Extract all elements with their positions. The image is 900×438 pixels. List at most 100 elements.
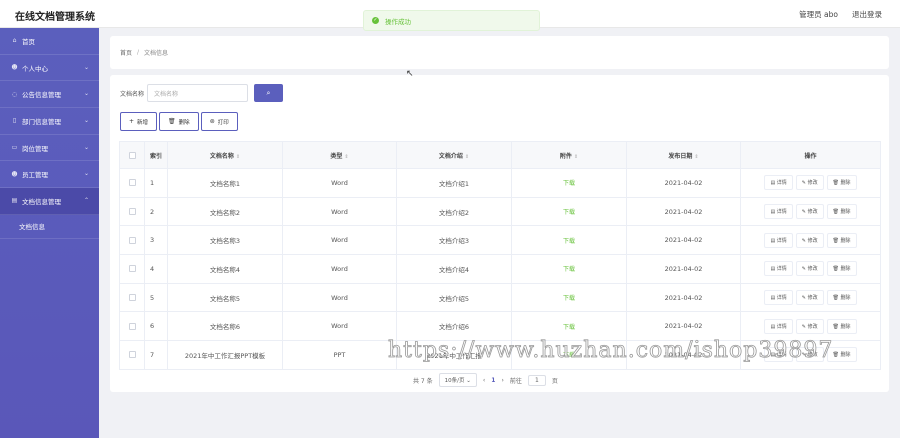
detail-button[interactable]: ▤ 详情 xyxy=(764,175,793,191)
detail-button[interactable]: ▤ 详情 xyxy=(764,318,793,334)
table-row: 6 文档名称6 Word 文档介绍6 下载 2021-04-02 ▤ 详情 ✎ 修改 🗑 删除 xyxy=(119,311,881,342)
sidebar-item-notice[interactable]: ◌ 公告信息管理 ⌄ xyxy=(0,81,99,109)
sidebar-item-document[interactable]: ▤ 文档信息管理 ⌃ xyxy=(0,188,99,215)
sidebar: ⌂ 首页 ☻ 个人中心 ⌄ ◌ 公告信息管理 ⌄ ▯ 部门信息管理 ⌄ ▭ 岗位… xyxy=(0,28,99,438)
download-link[interactable]: 下载 xyxy=(563,209,575,216)
detail-icon: ▤ xyxy=(770,295,776,302)
download-link[interactable]: 下载 xyxy=(563,324,575,331)
detail-button[interactable]: ▤ 详情 xyxy=(764,261,793,277)
edit-button[interactable]: ✎ 修改 xyxy=(795,175,824,191)
row-doc-intro: 文档介绍5 xyxy=(396,282,512,313)
download-link[interactable]: 下载 xyxy=(563,238,575,245)
column-header-name[interactable]: 文档名称 ⇕ xyxy=(167,141,283,169)
chevron-down-icon: ⌄ xyxy=(466,378,471,384)
delete-row-button[interactable]: 🗑 删除 xyxy=(826,232,857,248)
row-publish-date: 2021-04-02 xyxy=(626,196,741,227)
delete-button[interactable]: 🗑 删除 xyxy=(159,112,199,131)
success-toast: ✓ 操作成功 xyxy=(363,10,540,31)
edit-button[interactable]: ✎ 修改 xyxy=(795,261,824,277)
sort-icon: ⇕ xyxy=(235,153,241,160)
search-button[interactable]: ⌕ xyxy=(254,84,284,102)
trash-icon: 🗑 xyxy=(832,295,839,302)
column-header-date[interactable]: 发布日期 ⇕ xyxy=(626,141,741,169)
detail-button[interactable]: ▤ 详情 xyxy=(764,290,793,306)
table-row: 4 文档名称4 Word 文档介绍4 下载 2021-04-02 ▤ 详情 ✎ 修改 🗑 删除 xyxy=(119,254,881,284)
row-checkbox[interactable] xyxy=(128,236,136,244)
logout-link[interactable]: 退出登录 xyxy=(852,9,882,20)
print-button[interactable]: ⊚ 打印 xyxy=(200,112,238,131)
row-select-cell xyxy=(119,168,145,198)
row-doc-name: 文档名称2 xyxy=(167,196,283,227)
column-header-attachment[interactable]: 附件 ⇕ xyxy=(511,141,627,169)
sidebar-item-department[interactable]: ▯ 部门信息管理 ⌄ xyxy=(0,108,99,135)
row-ops-cell: ▤ 详情 ✎ 修改 🗑 删除 xyxy=(740,311,881,342)
row-attachment-cell: 下载 xyxy=(511,311,627,342)
add-button[interactable]: + 新增 xyxy=(120,112,158,131)
detail-button[interactable]: ▤ 详情 xyxy=(764,204,793,220)
page-size-select[interactable]: 10条/页 ⌄ xyxy=(438,373,477,387)
table-row: 1 文档名称1 Word 文档介绍1 下载 2021-04-02 ▤ 详情 ✎ 修改 🗑 删除 xyxy=(119,168,881,198)
download-link[interactable]: 下载 xyxy=(563,295,575,302)
edit-button[interactable]: ✎ 修改 xyxy=(795,204,824,220)
sidebar-item-post[interactable]: ▭ 岗位管理 ⌄ xyxy=(0,135,99,162)
edit-button[interactable]: ✎ 修改 xyxy=(795,290,824,306)
column-header-label: 文档名称 xyxy=(209,152,234,160)
prev-page-button[interactable]: ‹ xyxy=(483,377,485,384)
sidebar-item-profile[interactable]: ☻ 个人中心 ⌄ xyxy=(0,55,99,82)
delete-row-button[interactable]: 🗑 删除 xyxy=(826,175,857,191)
edit-button-label: 修改 xyxy=(807,266,818,273)
row-checkbox[interactable] xyxy=(128,265,136,273)
goto-page-input[interactable]: 1 xyxy=(527,374,546,386)
sidebar-item-home[interactable]: ⌂ 首页 xyxy=(0,28,99,55)
delete-row-button[interactable]: 🗑 删除 xyxy=(826,290,857,306)
row-checkbox[interactable] xyxy=(128,322,136,330)
trash-icon: 🗑 xyxy=(832,323,839,330)
select-all-checkbox[interactable] xyxy=(128,151,136,159)
page-number-current[interactable]: 1 xyxy=(491,377,495,384)
search-label: 文档名称 xyxy=(120,90,145,98)
delete-row-button[interactable]: 🗑 删除 xyxy=(826,204,857,220)
download-link[interactable]: 下载 xyxy=(563,266,575,273)
row-checkbox[interactable] xyxy=(128,179,136,187)
detail-button[interactable]: ▤ 详情 xyxy=(764,232,793,248)
sidebar-item-staff[interactable]: ☻ 员工管理 ⌄ xyxy=(0,161,99,189)
row-doc-name: 文档名称4 xyxy=(167,254,283,284)
row-publish-date: 2021-04-02 xyxy=(626,225,741,256)
row-checkbox[interactable] xyxy=(128,351,136,359)
edit-icon: ✎ xyxy=(801,323,806,330)
column-header-label: 类型 xyxy=(330,152,343,160)
row-index: 7 xyxy=(144,340,168,370)
delete-row-button[interactable]: 🗑 删除 xyxy=(826,318,857,334)
delete-row-button-label: 删除 xyxy=(840,266,851,273)
column-header-intro[interactable]: 文档介绍 ⇕ xyxy=(396,141,512,169)
delete-row-button[interactable]: 🗑 删除 xyxy=(826,261,857,277)
row-index: 3 xyxy=(144,225,168,256)
row-checkbox[interactable] xyxy=(128,208,136,216)
sidebar-subitem-document-info[interactable]: 文档信息 xyxy=(0,215,99,239)
sidebar-item-label: 文档信息管理 xyxy=(22,197,61,206)
row-doc-type: Word xyxy=(282,225,397,256)
column-header-type[interactable]: 类型 ⇕ xyxy=(282,141,397,169)
user-icon: ☻ xyxy=(11,64,18,72)
row-publish-date: 2021-04-02 xyxy=(626,168,741,198)
detail-icon: ▤ xyxy=(770,323,776,330)
current-user[interactable]: 管理员 abo xyxy=(799,9,838,20)
row-doc-name: 文档名称5 xyxy=(167,282,283,313)
chevron-down-icon: ⌄ xyxy=(83,117,89,125)
row-doc-name: 文档名称1 xyxy=(167,168,283,198)
print-icon: ⊚ xyxy=(209,118,215,125)
breadcrumb-home[interactable]: 首页 xyxy=(120,48,132,57)
edit-button-label: 修改 xyxy=(807,180,818,187)
row-checkbox[interactable] xyxy=(128,294,136,302)
breadcrumb-separator: / xyxy=(137,49,140,56)
search-input[interactable]: 文档名称 xyxy=(147,84,249,102)
edit-button[interactable]: ✎ 修改 xyxy=(795,318,824,334)
edit-button[interactable]: ✎ 修改 xyxy=(795,232,824,248)
download-link[interactable]: 下载 xyxy=(563,180,575,187)
row-doc-name: 文档名称3 xyxy=(167,225,283,256)
row-index: 6 xyxy=(144,311,168,342)
next-page-button[interactable]: › xyxy=(501,377,503,384)
row-doc-intro: 文档介绍4 xyxy=(396,254,512,284)
edit-icon: ✎ xyxy=(801,209,806,216)
edit-icon: ✎ xyxy=(801,266,806,273)
